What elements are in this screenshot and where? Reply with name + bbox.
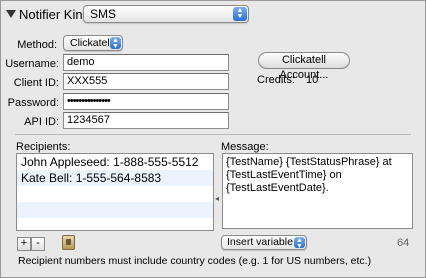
message-textarea[interactable]: {TestName} {TestStatusPhrase} at {TestLa…	[222, 153, 413, 229]
method-popup[interactable]: Clickatell ▲ ▼	[63, 35, 123, 51]
notifier-kind-popup[interactable]: SMS ▲ ▼	[83, 5, 249, 23]
recipients-list[interactable]: John Appleseed: 1-888-555-5512 Kate Bell…	[16, 153, 214, 231]
insert-variable-label: Insert variable	[227, 236, 293, 248]
password-field[interactable]: •••••••••••••••	[63, 93, 229, 110]
notifier-kind-value: SMS	[90, 7, 117, 21]
popup-arrows-icon: ▲ ▼	[110, 37, 121, 50]
credits-label: Credits:	[257, 74, 295, 86]
message-text: {TestName} {TestStatusPhrase} at {TestLa…	[226, 156, 392, 194]
empty-row	[17, 186, 213, 202]
resize-grip-icon[interactable]: ◂	[215, 194, 219, 203]
disclosure-triangle-icon[interactable]	[6, 10, 16, 18]
username-field[interactable]: demo	[63, 54, 229, 71]
message-label: Message:	[221, 141, 269, 153]
empty-row	[17, 218, 213, 230]
empty-row	[17, 202, 213, 218]
password-label: Password:	[7, 97, 59, 109]
client-id-field[interactable]: XXX555	[63, 73, 229, 90]
insert-variable-popup[interactable]: Insert variable ▲ ▼	[221, 235, 307, 250]
clickatell-account-button[interactable]: Clickatell Account...	[258, 52, 350, 81]
api-id-label: API ID:	[24, 116, 59, 128]
method-value: Clickatell	[70, 37, 113, 49]
credits-value: 10	[306, 74, 319, 86]
method-label: Method:	[17, 39, 57, 51]
address-book-icon[interactable]	[62, 235, 75, 250]
client-id-label: Client ID:	[13, 77, 59, 89]
sms-notifier-panel: Notifier Kind: SMS ▲ ▼ Method: Clickatell…	[0, 0, 426, 278]
username-label: Username:	[5, 58, 59, 70]
list-item[interactable]: John Appleseed: 1-888-555-5512	[17, 154, 213, 170]
character-count: 64	[397, 237, 410, 249]
recipients-label: Recipients:	[16, 141, 71, 153]
popup-arrows-icon: ▲ ▼	[233, 7, 247, 21]
country-code-note: Recipient numbers must include country c…	[18, 255, 372, 267]
remove-recipient-button[interactable]: -	[31, 237, 45, 251]
popup-arrows-icon: ▲ ▼	[294, 237, 305, 250]
add-recipient-button[interactable]: +	[17, 237, 31, 251]
section-divider	[15, 134, 411, 135]
list-item[interactable]: Kate Bell: 1-555-564-8583	[17, 170, 213, 186]
api-id-field[interactable]: 1234567	[63, 112, 229, 129]
